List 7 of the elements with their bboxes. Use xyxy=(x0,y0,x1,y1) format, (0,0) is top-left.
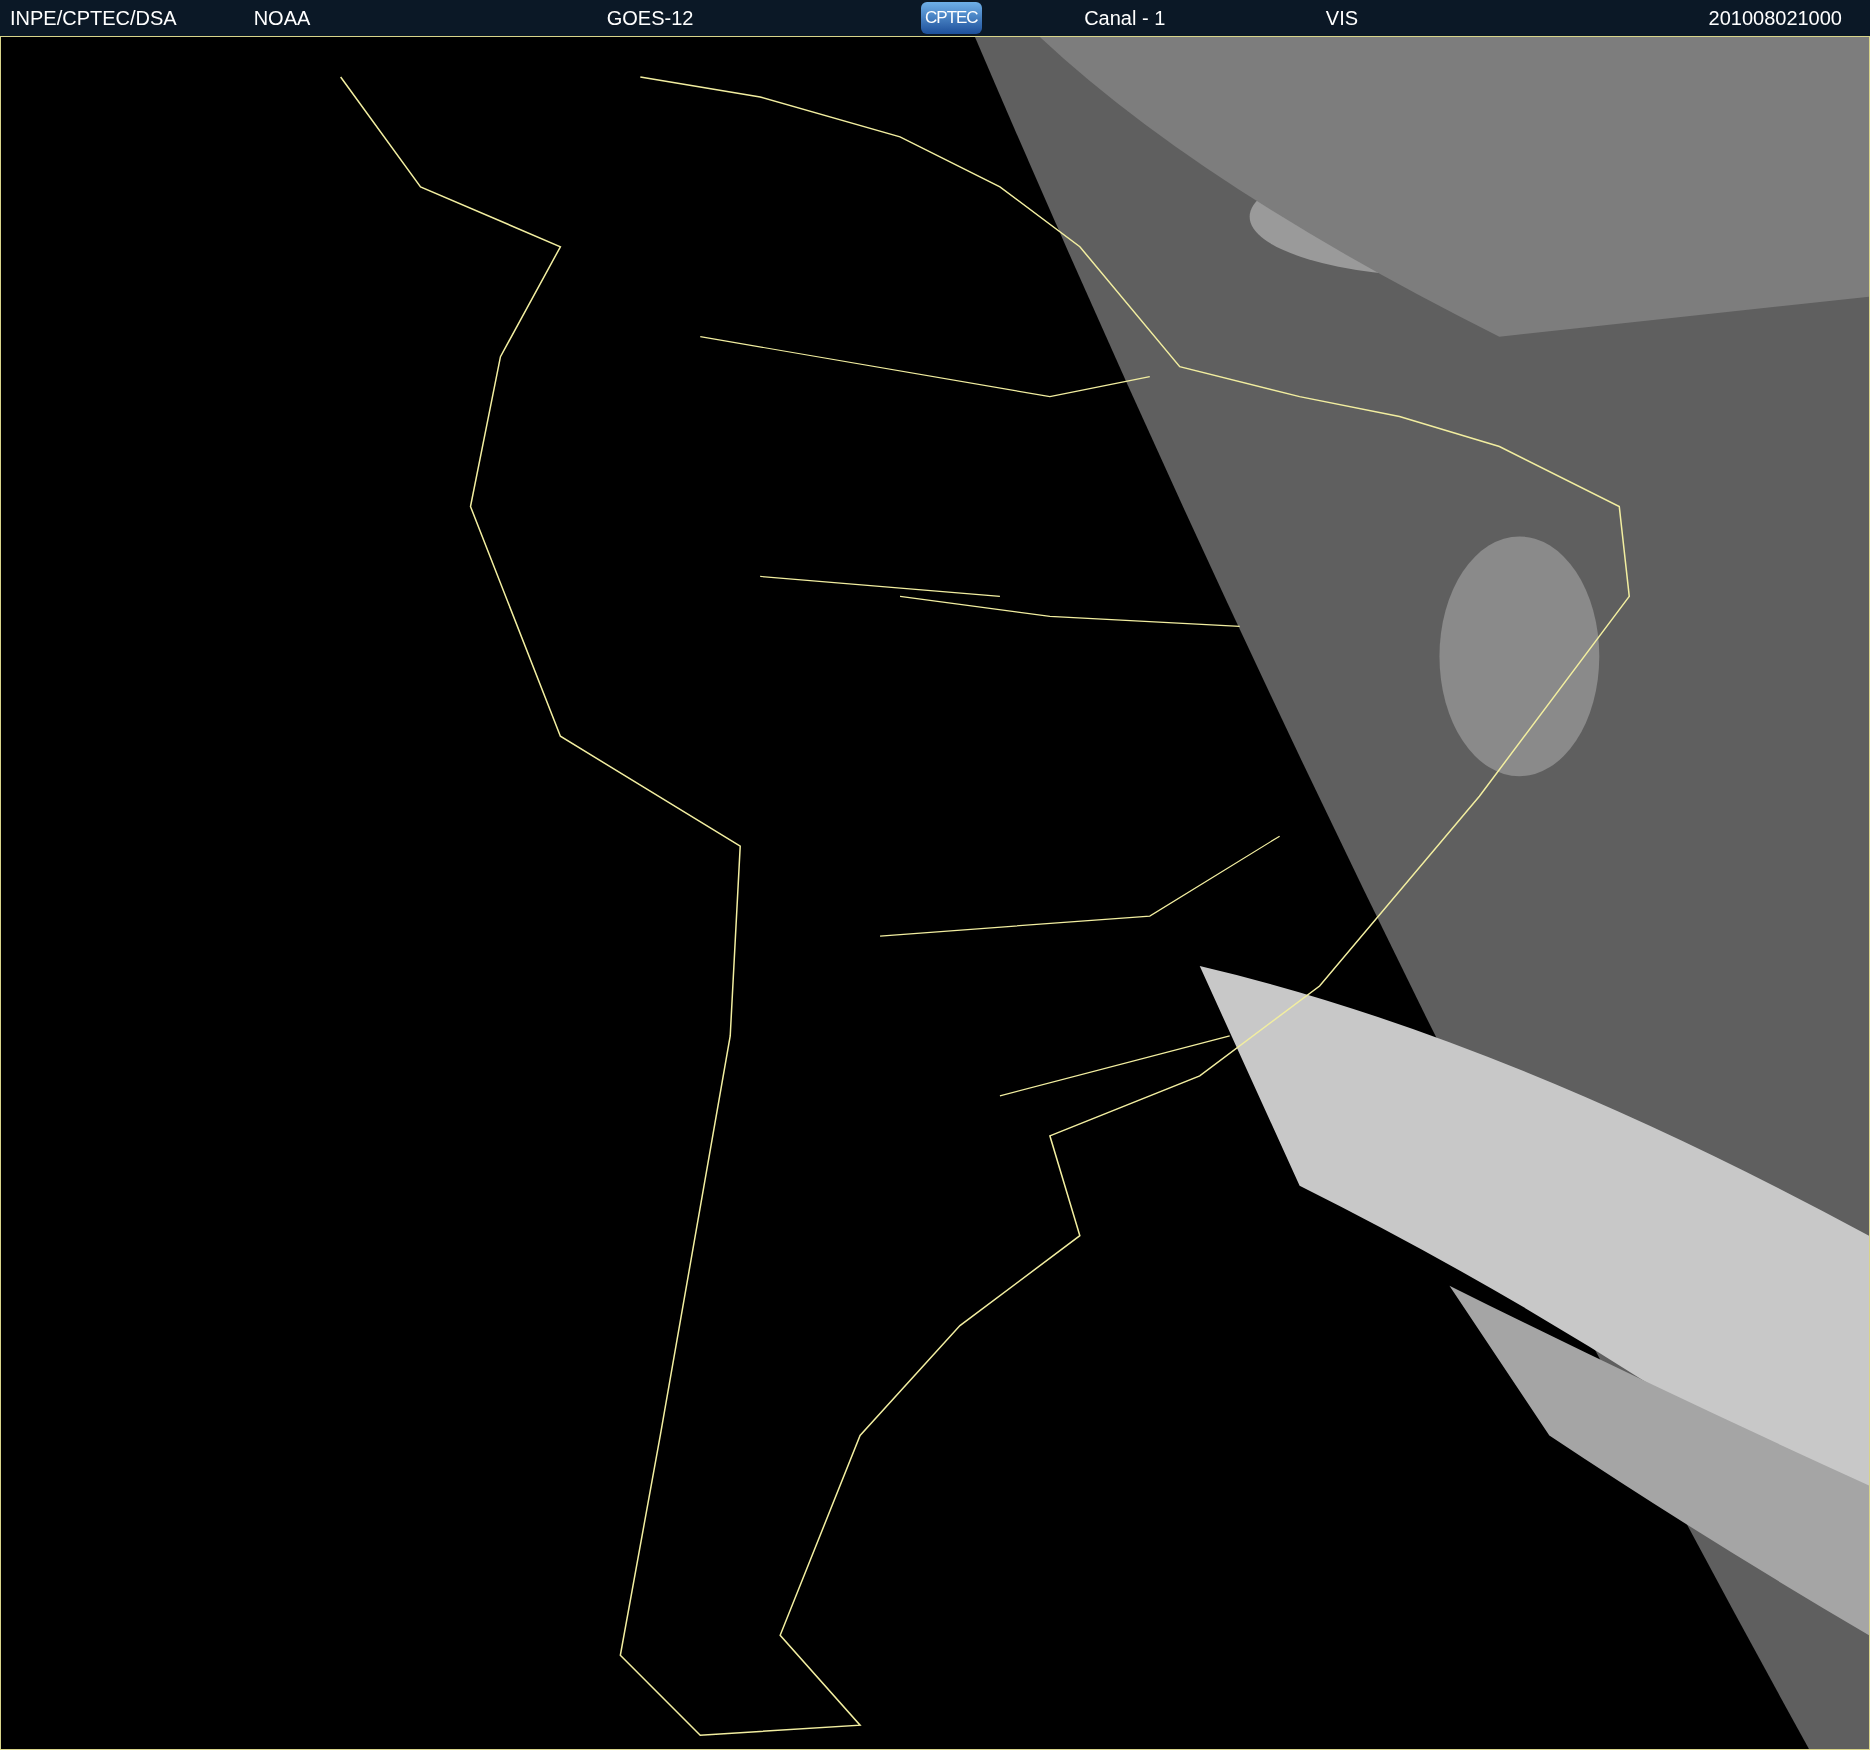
header-label: GOES-12 xyxy=(606,5,694,31)
header-label: Canal - 1 xyxy=(1084,5,1166,31)
logo-badge: CPTEC xyxy=(921,1,982,34)
header-label: INPE/CPTEC/DSA xyxy=(10,5,177,31)
header-label: VIS xyxy=(1325,5,1359,31)
header-label: NOAA xyxy=(253,5,311,31)
header-label: 201008021000 xyxy=(1708,5,1842,31)
